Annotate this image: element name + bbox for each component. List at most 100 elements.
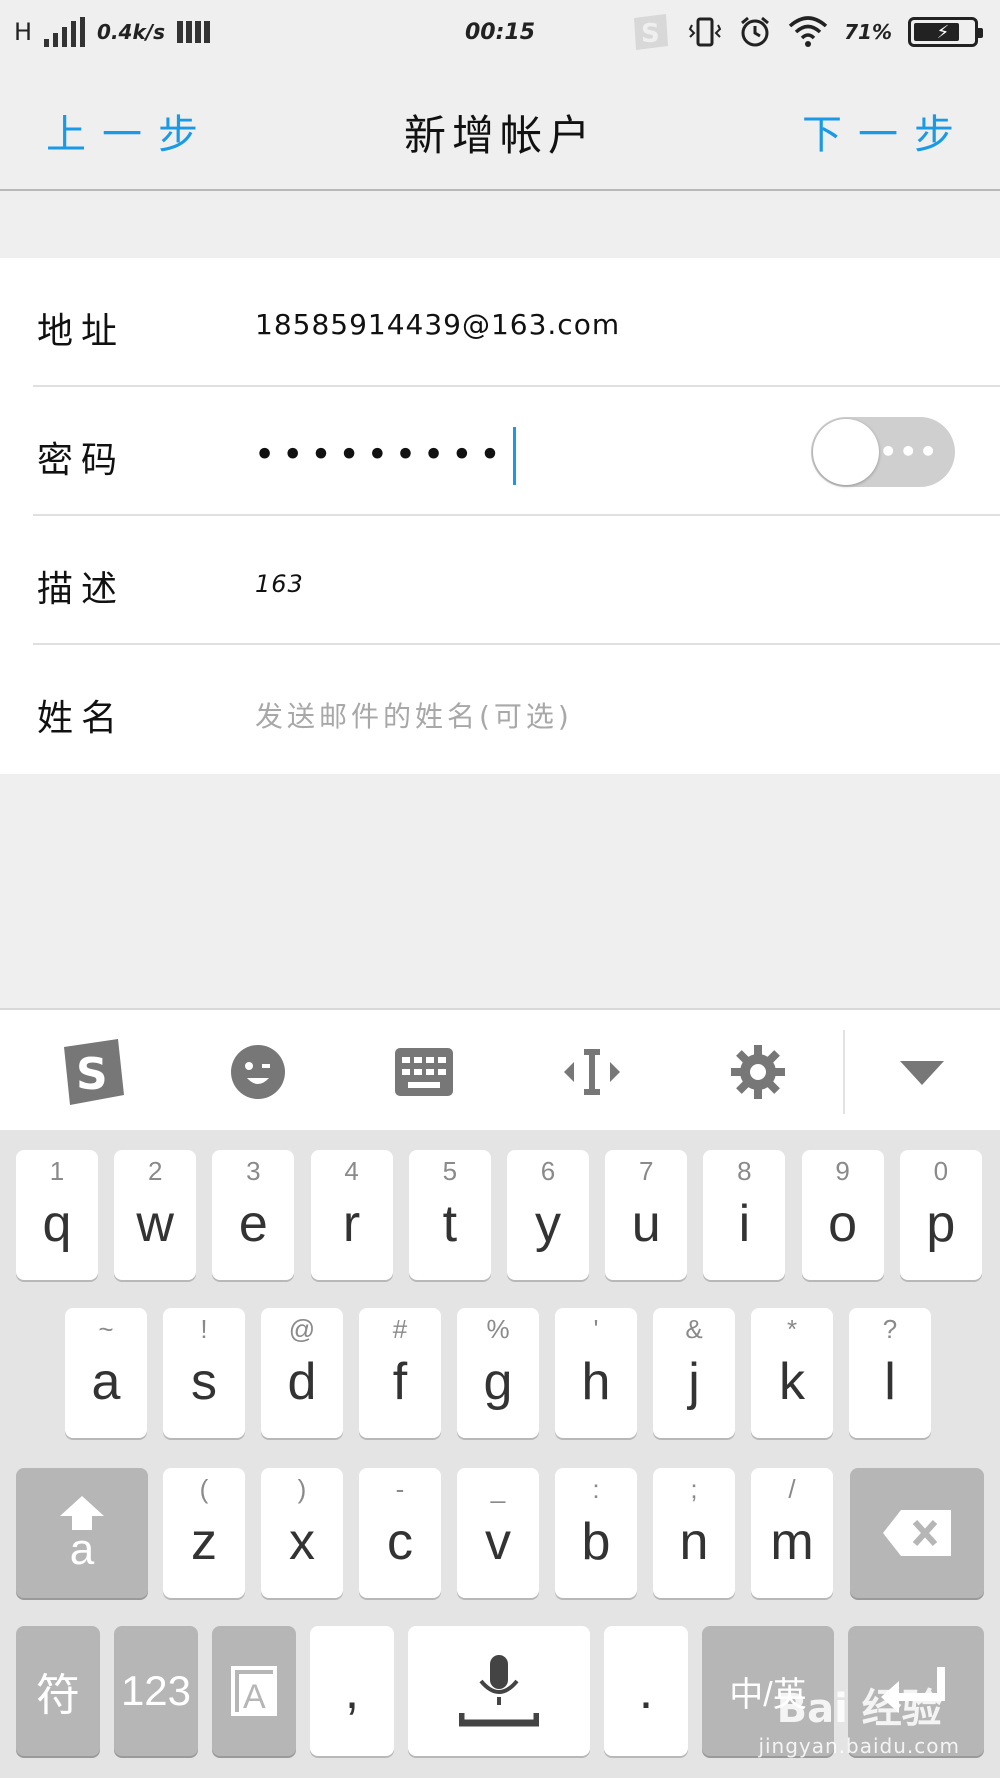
key-s[interactable]: ! s bbox=[163, 1308, 245, 1438]
key-primary-label: p bbox=[926, 1195, 956, 1253]
key-h[interactable]: ' h bbox=[555, 1308, 637, 1438]
backspace-icon bbox=[883, 1510, 951, 1556]
key-primary-label: r bbox=[342, 1195, 361, 1253]
key-primary-label: a bbox=[91, 1353, 121, 1411]
key-b[interactable]: :b bbox=[555, 1468, 637, 1598]
key-d[interactable]: @ d bbox=[261, 1308, 343, 1438]
description-row[interactable]: 描述 163 bbox=[33, 516, 1000, 645]
space-key[interactable] bbox=[408, 1626, 590, 1756]
key-primary-label: t bbox=[442, 1195, 458, 1253]
shift-key[interactable]: a bbox=[16, 1468, 148, 1598]
key-primary-label: z bbox=[191, 1513, 217, 1571]
emoji-icon[interactable] bbox=[228, 1042, 288, 1102]
password-mask: ••••••••• bbox=[255, 437, 509, 473]
key-u[interactable]: 7u bbox=[605, 1150, 688, 1280]
show-password-toggle[interactable]: ••• bbox=[811, 417, 955, 487]
key-primary-label: o bbox=[828, 1195, 858, 1253]
key-primary-label: w bbox=[136, 1195, 174, 1253]
key-g[interactable]: % g bbox=[457, 1308, 539, 1438]
period-key[interactable]: . bbox=[604, 1626, 688, 1756]
key-secondary-label: 8 bbox=[737, 1156, 752, 1186]
key-primary-label: k bbox=[779, 1353, 805, 1411]
account-form: 地址 18585914439@163.com 密码 ••••••••• ••• … bbox=[0, 258, 1000, 774]
key-t[interactable]: 5t bbox=[408, 1150, 491, 1280]
cursor-move-icon[interactable] bbox=[562, 1042, 622, 1102]
key-c[interactable]: -c bbox=[359, 1468, 441, 1598]
symbols-key[interactable]: 符 bbox=[16, 1626, 100, 1756]
symbols-key-label: 符 bbox=[36, 1671, 80, 1720]
text-cursor bbox=[512, 427, 516, 485]
battery-icon: ⚡ bbox=[908, 17, 983, 47]
status-bar: H 0.4k/s 00:15 S 71% ⚡ bbox=[0, 0, 1000, 64]
key-q[interactable]: 1q bbox=[16, 1150, 98, 1280]
key-v[interactable]: _ v bbox=[457, 1468, 539, 1598]
key-secondary-label: 0 bbox=[933, 1156, 949, 1186]
key-secondary-label: : bbox=[592, 1474, 600, 1504]
soft-keyboard: a 符 123 A , . 中/英 Bai 经验 jingyan.baidu.c… bbox=[0, 1130, 1000, 1778]
address-row[interactable]: 地址 18585914439@163.com bbox=[33, 258, 1000, 387]
key-o[interactable]: 9o bbox=[801, 1150, 884, 1280]
keyboard-icon[interactable] bbox=[394, 1042, 454, 1102]
watermark-logo: Bai 经验 jingyan.baidu.com bbox=[758, 1676, 960, 1758]
password-row[interactable]: 密码 ••••••••• ••• bbox=[33, 387, 1000, 516]
comma-key-label: , bbox=[344, 1662, 360, 1720]
key-primary-label: j bbox=[688, 1353, 700, 1411]
backspace-key[interactable] bbox=[850, 1468, 984, 1598]
key-primary-label: m bbox=[770, 1513, 814, 1571]
key-p[interactable]: 0p bbox=[899, 1150, 982, 1280]
text-mode-icon: A bbox=[231, 1666, 277, 1716]
key-r[interactable]: 4r bbox=[310, 1150, 393, 1280]
key-secondary-label: / bbox=[788, 1474, 796, 1504]
network-type: H bbox=[14, 18, 33, 46]
key-secondary-label: - bbox=[395, 1474, 405, 1504]
key-secondary-label: _ bbox=[490, 1474, 506, 1504]
key-primary-label: v bbox=[485, 1513, 511, 1571]
key-primary-label: x bbox=[289, 1513, 315, 1571]
key-k[interactable]: * k bbox=[751, 1308, 833, 1438]
sogou-icon: S bbox=[634, 14, 669, 50]
key-primary-label: g bbox=[483, 1353, 513, 1411]
more-dots-icon: ••• bbox=[879, 435, 939, 468]
key-e[interactable]: 3e bbox=[212, 1150, 295, 1280]
password-input[interactable]: ••••••••• bbox=[255, 427, 516, 485]
key-secondary-label: ? bbox=[882, 1314, 898, 1344]
key-j[interactable]: & j bbox=[653, 1308, 735, 1438]
key-secondary-label: 6 bbox=[540, 1156, 556, 1186]
address-input[interactable]: 18585914439@163.com bbox=[255, 308, 620, 341]
key-secondary-label: 7 bbox=[638, 1156, 654, 1186]
comma-key[interactable]: , bbox=[310, 1626, 394, 1756]
key-primary-label: l bbox=[884, 1353, 896, 1411]
key-secondary-label: ; bbox=[690, 1474, 698, 1504]
gear-icon[interactable] bbox=[728, 1042, 788, 1102]
key-f[interactable]: # f bbox=[359, 1308, 441, 1438]
chevron-down-icon[interactable] bbox=[892, 1042, 952, 1102]
key-y[interactable]: 6y bbox=[507, 1150, 589, 1280]
key-n[interactable]: ; n bbox=[653, 1468, 735, 1598]
key-primary-label: i bbox=[738, 1195, 751, 1253]
key-secondary-label: 5 bbox=[442, 1156, 458, 1186]
toolbar-divider bbox=[843, 1030, 845, 1114]
key-secondary-label: @ bbox=[288, 1314, 316, 1344]
key-x[interactable]: ) x bbox=[261, 1468, 343, 1598]
key-secondary-label: & bbox=[685, 1314, 703, 1344]
key-l[interactable]: ? l bbox=[849, 1308, 931, 1438]
handwriting-key[interactable]: A bbox=[212, 1626, 296, 1756]
key-a[interactable]: ~ a bbox=[65, 1308, 147, 1438]
key-secondary-label: 9 bbox=[835, 1156, 850, 1186]
next-button[interactable]: 下一步 bbox=[802, 102, 970, 160]
key-w[interactable]: 2w bbox=[114, 1150, 197, 1280]
key-secondary-label: ) bbox=[297, 1474, 307, 1504]
numbers-key[interactable]: 123 bbox=[114, 1626, 198, 1756]
key-m[interactable]: / m bbox=[751, 1468, 833, 1598]
name-input[interactable]: 发送邮件的姓名(可选) bbox=[255, 695, 573, 735]
key-primary-label: d bbox=[287, 1353, 317, 1411]
name-row[interactable]: 姓名 发送邮件的姓名(可选) bbox=[33, 645, 1000, 774]
key-primary-label: c bbox=[387, 1513, 413, 1571]
key-i[interactable]: 8i bbox=[703, 1150, 786, 1280]
description-input[interactable]: 163 bbox=[255, 570, 304, 598]
key-secondary-label: # bbox=[392, 1314, 408, 1344]
key-z[interactable]: (z bbox=[163, 1468, 245, 1598]
sogou-icon[interactable]: S bbox=[58, 1039, 128, 1105]
key-primary-label: n bbox=[679, 1513, 709, 1571]
key-secondary-label: % bbox=[486, 1314, 510, 1344]
